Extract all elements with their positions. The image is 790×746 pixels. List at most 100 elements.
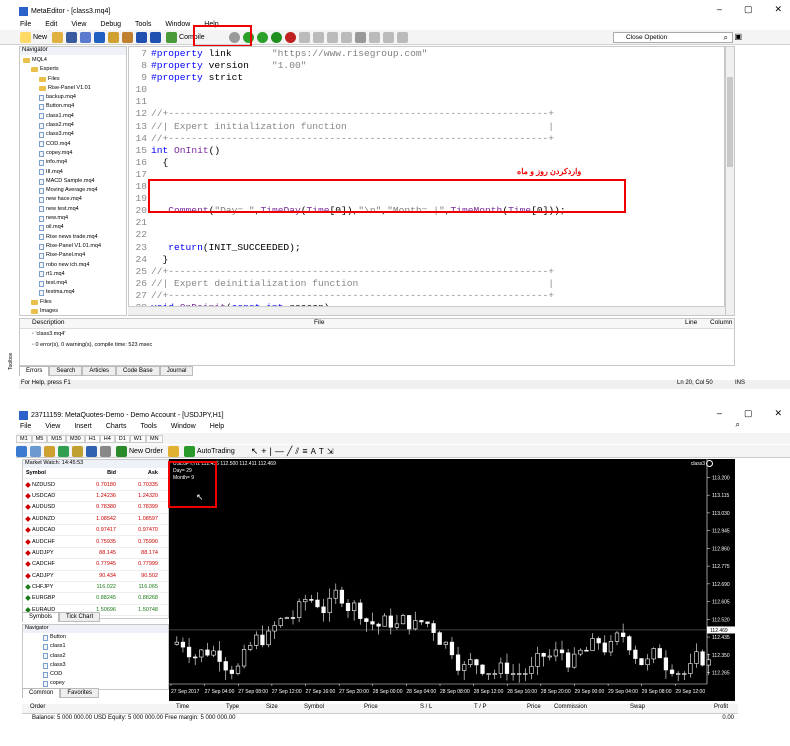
step-out-icon[interactable]	[326, 31, 338, 43]
market-watch-row[interactable]: AUDCHF 0.75935 0.75990	[23, 536, 168, 548]
trendline-icon[interactable]: ╱	[287, 446, 292, 457]
market-watch-row[interactable]: NZDUSD 0.70180 0.70335	[23, 479, 168, 491]
terminal-menu-insert[interactable]: Insert	[74, 423, 92, 430]
code-line[interactable]: 25 //+-----------------------------------…	[129, 266, 724, 278]
navigator-item[interactable]: Rise-Panel.mq4	[20, 251, 126, 260]
navigator-item[interactable]: class1.mq4	[20, 112, 126, 121]
code-line[interactable]: 11	[129, 96, 724, 108]
trade-column-header[interactable]: Profit	[714, 704, 728, 710]
metaeditor-icon[interactable]	[167, 445, 179, 457]
error-row[interactable]: ◦ 0 error(s), 0 warning(s), compile time…	[20, 340, 734, 351]
window-icon[interactable]	[396, 31, 408, 43]
timeframe-h4[interactable]: H4	[99, 434, 115, 443]
navigator-item[interactable]: info.mq4	[20, 158, 126, 167]
editor-menu-edit[interactable]: Edit	[45, 21, 57, 28]
trade-column-header[interactable]: Swap	[630, 704, 645, 710]
tab-errors[interactable]: Errors	[19, 366, 50, 376]
code-line[interactable]: 13 //| Expert initialization function |	[129, 121, 724, 133]
editor-menu-window[interactable]: Window	[165, 21, 190, 28]
navigator-item[interactable]: Images	[20, 307, 126, 315]
tab-journal[interactable]: Journal	[159, 366, 194, 376]
channel-icon[interactable]: ⫽	[295, 446, 299, 457]
profiles-icon[interactable]	[30, 445, 41, 457]
code-line[interactable]: 14 //+-----------------------------------…	[129, 133, 724, 145]
chart-svg[interactable]: 113.200 113.115 113.030 112.945 112.860 112.7…	[169, 459, 735, 701]
navigator-item[interactable]: Rise news trade.mq4	[20, 233, 126, 242]
editor-menu-debug[interactable]: Debug	[100, 21, 121, 28]
timeframe-mn[interactable]: MN	[146, 434, 163, 443]
code-line[interactable]: 16 {	[129, 157, 724, 169]
text-icon[interactable]: A	[311, 447, 316, 456]
search-icon[interactable]: ⌕	[724, 33, 728, 43]
new-button[interactable]: New	[18, 31, 49, 43]
market-watch-row[interactable]: AUDCAD 0.97417 0.97470	[23, 525, 168, 537]
navigator-item[interactable]: backup.mq4	[20, 93, 126, 102]
navigator-item[interactable]: test.mq4	[20, 279, 126, 288]
trade-column-header[interactable]: T / P	[474, 704, 487, 710]
pause-icon[interactable]	[270, 31, 282, 43]
code-line[interactable]: 23 return(INIT_SUCCEEDED);	[129, 242, 724, 254]
profiling-icon[interactable]	[340, 31, 352, 43]
timeframe-d1[interactable]: D1	[114, 434, 130, 443]
market-watch-row[interactable]: AUDNZD 1.08542 1.08597	[23, 514, 168, 525]
arrows-icon[interactable]: ⇲	[327, 447, 334, 456]
navigator-item[interactable]: rt1.mq4	[20, 270, 126, 279]
label-icon[interactable]: T	[319, 447, 324, 456]
vertical-line-icon[interactable]: |	[270, 446, 272, 456]
fibonacci-icon[interactable]: ≡	[302, 446, 307, 456]
terminal-menu-charts[interactable]: Charts	[106, 423, 127, 430]
code-line[interactable]: 26 //| Expert deinitialization function |	[129, 278, 724, 290]
navigator-toggle-icon[interactable]	[94, 31, 106, 43]
navigator-item[interactable]: COD.mq4	[20, 140, 126, 149]
price-chart[interactable]: 113.200 113.115 113.030 112.945 112.860 112.7…	[169, 459, 735, 701]
new-chart-icon[interactable]	[16, 445, 27, 457]
terminal-search-icon[interactable]: ⌕	[736, 420, 740, 430]
collapse-icon[interactable]: ▣	[734, 32, 742, 41]
navigator-item[interactable]: robo new ich.mq4	[20, 261, 126, 270]
navigator-item[interactable]: MQL4	[20, 56, 126, 65]
trade-column-header[interactable]: Price	[527, 704, 541, 710]
navigator-item[interactable]: Files	[20, 298, 126, 307]
cursor-tool-icon[interactable]: ↖	[251, 446, 259, 457]
trade-column-header[interactable]: Order	[30, 704, 45, 710]
navigator-item[interactable]: new hace.mq4	[20, 195, 126, 204]
code-line[interactable]: 8 #property version "1.00"	[129, 60, 724, 72]
terminal-navigator-item[interactable]: COD	[43, 670, 168, 679]
trade-column-header[interactable]: Time	[176, 704, 189, 710]
terminal-navigator-item[interactable]: class2	[43, 652, 168, 661]
navigator-item[interactable]: III.mq4	[20, 168, 126, 177]
trade-column-header[interactable]: S / L	[420, 704, 432, 710]
navigator-item[interactable]: Moving Average.mq4	[20, 186, 126, 195]
tab-favorites[interactable]: Favorites	[60, 688, 100, 698]
tab-symbols[interactable]: Symbols	[22, 612, 60, 622]
terminal-menu-tools[interactable]: Tools	[140, 423, 156, 430]
help-icon[interactable]	[368, 31, 380, 43]
terminal-navigator-item[interactable]: Button	[43, 633, 168, 642]
new-order-button[interactable]: New Order	[114, 445, 165, 457]
navigator-item[interactable]: new test.mq4	[20, 205, 126, 214]
start-history-icon[interactable]	[256, 31, 268, 43]
code-line[interactable]: 10	[129, 84, 724, 96]
editor-scrollbar[interactable]	[725, 46, 735, 316]
dropdown-icon[interactable]	[150, 31, 162, 43]
horizontal-line-icon[interactable]: —	[275, 446, 284, 456]
navigator-item[interactable]: oil.mq4	[20, 223, 126, 232]
code-line[interactable]: 22	[129, 229, 724, 241]
market-watch-row[interactable]: CHFJPY 116.022 116.065	[23, 582, 168, 594]
terminal-icon[interactable]	[354, 31, 366, 43]
market-watch-row[interactable]: AUDUSD 0.78380 0.78399	[23, 502, 168, 514]
terminal-panel-icon[interactable]	[86, 445, 97, 457]
terminal-minimize-button[interactable]: –	[717, 408, 722, 419]
data-window-icon[interactable]	[58, 445, 69, 457]
save-icon[interactable]	[66, 31, 78, 43]
stop-icon[interactable]	[284, 31, 296, 43]
trade-column-header[interactable]: Commission	[554, 704, 587, 710]
search-input[interactable]: Close Opetion	[613, 32, 733, 43]
market-watch-row[interactable]: EURGBP 0.88245 0.88268	[23, 593, 168, 605]
terminal-menu-view[interactable]: View	[45, 423, 60, 430]
terminal-close-button[interactable]: ✕	[774, 408, 782, 419]
timeframe-m15[interactable]: M15	[47, 434, 66, 443]
tab-search[interactable]: Search	[49, 366, 83, 376]
navigator-item[interactable]: Rise-Panel V1.01.mq4	[20, 242, 126, 251]
code-line[interactable]: 24 }	[129, 254, 724, 266]
